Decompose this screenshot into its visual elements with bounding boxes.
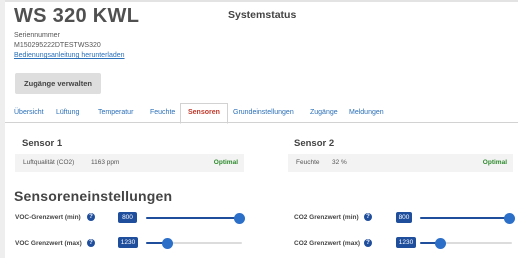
serial-value: M150295222DTESTWS320 — [14, 42, 101, 49]
serial-label: Seriennummer — [14, 32, 60, 39]
tab-messages[interactable]: Meldungen — [349, 104, 384, 122]
sensor-2-label: Feuchte — [296, 159, 320, 166]
manual-download-link[interactable]: Bedienungsanleitung herunterladen — [14, 52, 125, 59]
page-heading: Systemstatus — [228, 9, 297, 21]
voc-max-label: VOC Grenzwert (max) — [15, 240, 82, 247]
sensor-2-value: 32 % — [332, 159, 347, 166]
sensor-2-title: Sensor 2 — [294, 138, 335, 149]
sensor-1-value: 1163 ppm — [91, 159, 120, 166]
co2-min-help-icon[interactable]: ? — [364, 213, 372, 221]
co2-min-slider-handle[interactable] — [503, 212, 515, 224]
co2-max-slider[interactable] — [420, 237, 512, 249]
voc-min-slider-handle[interactable] — [233, 212, 245, 224]
co2-min-value[interactable]: 800 — [396, 212, 412, 223]
sensor-1-row: Luftqualität (CO2) 1163 ppm Optimal — [15, 154, 244, 172]
voc-min-slider[interactable] — [146, 212, 245, 224]
sensor-2-status: Optimal — [482, 159, 507, 166]
settings-title: Sensoreneinstellungen — [14, 188, 173, 204]
voc-min-label: VOC-Grenzwert (min) — [15, 214, 81, 221]
voc-max-slider-handle[interactable] — [161, 237, 173, 249]
sensor-1-status: Optimal — [213, 159, 238, 166]
co2-min-slider[interactable] — [420, 212, 515, 224]
voc-min-value[interactable]: 800 — [118, 212, 137, 223]
tab-basic-settings[interactable]: Grundeinstellungen — [233, 104, 294, 122]
tab-divider — [5, 122, 518, 123]
voc-min-help-icon[interactable]: ? — [87, 213, 95, 221]
voc-max-value[interactable]: 1230 — [118, 237, 138, 248]
tab-temperature[interactable]: Temperatur — [98, 104, 133, 122]
manage-access-button[interactable]: Zugänge verwalten — [15, 73, 101, 94]
voc-min-slider-fill — [146, 217, 240, 219]
sensor-1-label: Luftqualität (CO2) — [23, 159, 75, 166]
tab-humidity[interactable]: Feuchte — [150, 104, 175, 122]
top-border — [0, 0, 518, 2]
voc-max-slider[interactable] — [146, 237, 242, 249]
tab-sensors[interactable]: Sensoren — [180, 103, 228, 124]
voc-max-help-icon[interactable]: ? — [87, 239, 95, 247]
sensor-2-row: Feuchte 32 % Optimal — [288, 154, 513, 172]
tab-overview[interactable]: Übersicht — [14, 104, 44, 122]
co2-max-value[interactable]: 1230 — [396, 237, 416, 248]
tab-ventilation[interactable]: Lüftung — [56, 104, 79, 122]
co2-max-help-icon[interactable]: ? — [364, 239, 372, 247]
sensor-1-title: Sensor 1 — [22, 138, 63, 149]
co2-min-slider-fill — [420, 217, 510, 219]
app-title: WS 320 KWL — [14, 5, 140, 27]
left-border — [0, 0, 5, 258]
tab-access[interactable]: Zugänge — [310, 104, 338, 122]
tab-bar: Übersicht Lüftung Temperatur Feuchte Sen… — [14, 103, 518, 124]
co2-max-slider-handle[interactable] — [434, 237, 446, 249]
co2-min-label: CO2 Grenzwert (min) — [294, 214, 359, 221]
co2-max-label: CO2 Grenzwert (max) — [294, 240, 361, 247]
